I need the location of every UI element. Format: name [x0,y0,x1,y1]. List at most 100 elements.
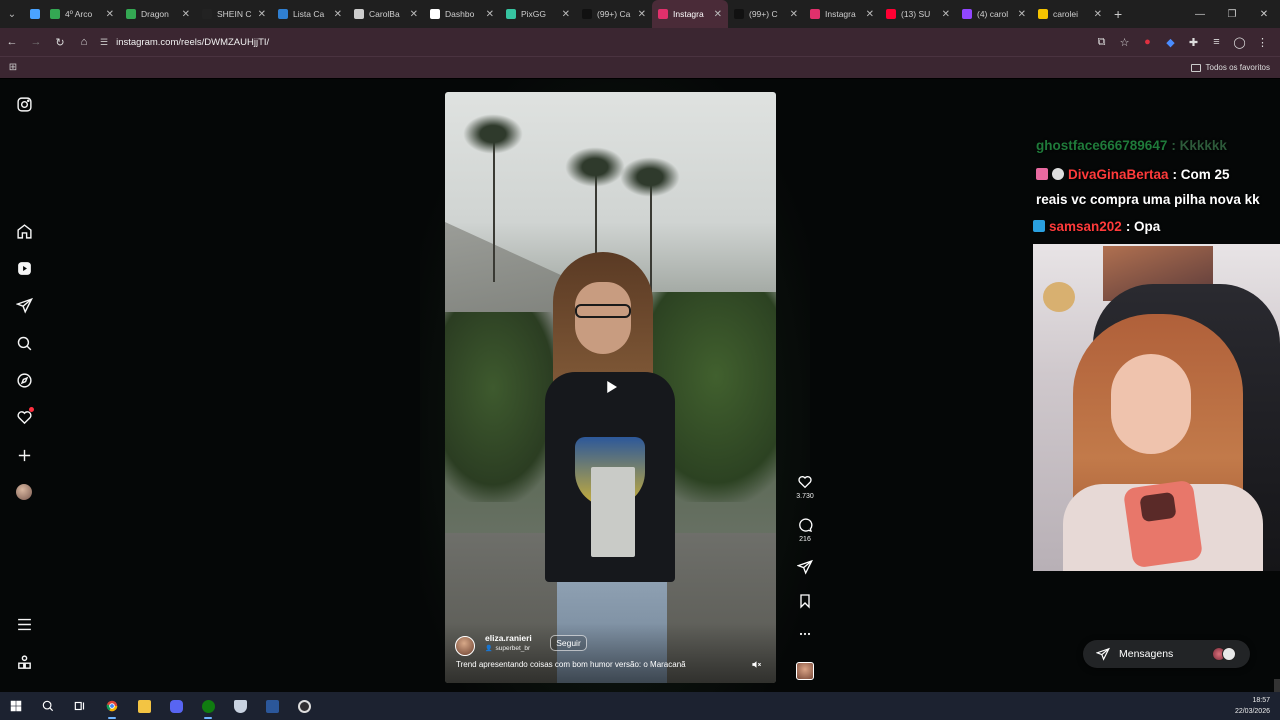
save-button[interactable] [791,593,819,609]
new-tab-button[interactable]: + [1114,6,1122,22]
reels-nav-icon[interactable] [14,258,34,278]
browser-tab[interactable]: Dashbo ✕ [424,0,500,28]
browser-tab[interactable]: Lista Ca ✕ [272,0,348,28]
search-nav-icon[interactable] [14,333,34,353]
word-icon[interactable] [256,692,288,720]
browser-tab[interactable]: (13) SU ✕ [880,0,956,28]
instagram-logo-icon[interactable] [14,94,34,114]
close-tab-icon[interactable]: ✕ [410,9,418,20]
reel-author-avatar[interactable] [455,636,475,656]
browser-tab[interactable]: SHEIN C ✕ [196,0,272,28]
tab-favicon-icon [278,9,288,19]
tab-favicon-icon [202,9,212,19]
browser-tab[interactable]: (4) carol ✕ [956,0,1032,28]
browser-tab[interactable]: (99+) Ca ✕ [576,0,652,28]
system-clock[interactable]: 18:57 22/03/2026 [1235,695,1270,717]
browser-menu-icon[interactable]: ⋮ [1251,36,1274,49]
close-tab-icon[interactable]: ✕ [562,9,570,20]
chat-line: samsan202: Opa [1033,216,1160,238]
close-tab-icon[interactable]: ✕ [1018,9,1026,20]
profile-icon[interactable]: ◯ [1228,36,1251,49]
reel-audio-label[interactable]: 👤 superbet_br [485,645,530,652]
xbox-icon[interactable] [192,692,224,720]
browser-tab[interactable]: Instagra ✕ [652,0,728,28]
home-icon[interactable]: ⌂ [72,28,96,56]
tab-search-icon[interactable]: ⌄ [0,0,24,28]
browser-tab[interactable]: 4º Arco ✕ [44,0,120,28]
minimize-icon[interactable]: — [1184,0,1216,28]
forward-icon[interactable]: → [24,28,48,56]
browser-tab[interactable]: (99+) C ✕ [728,0,804,28]
message-avatars [1212,647,1236,661]
extensions-icon[interactable]: ✚ [1182,36,1205,49]
file-explorer-icon[interactable] [128,692,160,720]
close-tab-icon[interactable]: ✕ [106,9,114,20]
like-button[interactable]: 3.730 [791,474,819,500]
close-tab-icon[interactable]: ✕ [942,9,950,20]
reel-video[interactable]: eliza.ranieri 👤 superbet_br Seguir Trend… [445,92,776,683]
install-app-icon[interactable]: ⧉ [1090,36,1113,49]
page-scrollbar[interactable] [1274,679,1280,692]
tab-favicon-icon [734,9,744,19]
security-shield-icon[interactable] [224,692,256,720]
browser-tab[interactable]: PixGG ✕ [500,0,576,28]
close-tab-icon[interactable]: ✕ [866,9,874,20]
apps-grid-icon[interactable]: ⊞ [0,62,26,73]
taskbar-search-icon[interactable] [32,692,64,720]
streamer-webcam [1033,244,1280,571]
url-field[interactable]: ☰ instagram.com/reels/DWMZAUHjjTI/ [100,37,269,48]
browser-tab[interactable]: Instagra ✕ [804,0,880,28]
audio-thumbnail-button[interactable] [791,662,819,680]
restore-icon[interactable]: ❐ [1216,0,1248,28]
mute-icon[interactable] [751,657,763,669]
share-button[interactable] [791,559,819,575]
messages-button[interactable]: Mensagens [1083,640,1250,668]
bookmark-star-icon[interactable]: ☆ [1113,36,1136,49]
chrome-taskbar-icon[interactable] [96,692,128,720]
notifications-nav-icon[interactable] [14,407,34,427]
discord-icon[interactable] [160,692,192,720]
tab-favicon-icon [506,9,516,19]
more-options-button[interactable] [791,626,819,642]
close-tab-icon[interactable]: ✕ [638,9,646,20]
tab-title: (13) SU [901,9,931,19]
chat-message: : Kkkkkk [1171,138,1227,153]
task-view-icon[interactable] [64,692,96,720]
direct-messages-nav-icon[interactable] [14,295,34,315]
reload-icon[interactable]: ↻ [48,28,72,56]
follow-button[interactable]: Seguir [550,635,587,651]
start-button[interactable] [0,692,32,720]
back-icon[interactable]: ← [0,28,24,56]
tab-favicon-icon [582,9,592,19]
site-info-icon[interactable]: ☰ [100,37,108,48]
close-tab-icon[interactable]: ✕ [1094,9,1102,20]
browser-tab[interactable]: CarolBa ✕ [348,0,424,28]
windows-taskbar: 18:57 22/03/2026 [0,692,1280,720]
comment-button[interactable]: 216 [791,517,819,543]
extension-blue-icon[interactable]: ◆ [1159,36,1182,49]
close-tab-icon[interactable]: ✕ [714,9,722,20]
heart-icon [798,476,812,489]
also-from-meta-icon[interactable] [14,652,34,672]
home-nav-icon[interactable] [14,221,34,241]
close-tab-icon[interactable]: ✕ [334,9,342,20]
extension-red-icon[interactable]: ● [1136,36,1159,48]
close-tab-icon[interactable]: ✕ [790,9,798,20]
reel-username[interactable]: eliza.ranieri [485,633,532,643]
all-bookmarks-button[interactable]: Todos os favoritos [1190,63,1270,72]
profile-nav-avatar[interactable] [14,482,34,502]
close-tab-icon[interactable]: ✕ [258,9,266,20]
close-tab-icon[interactable]: ✕ [182,9,190,20]
explore-nav-icon[interactable] [14,370,34,390]
close-tab-icon[interactable]: ✕ [486,9,494,20]
close-window-icon[interactable]: ✕ [1248,0,1280,28]
browser-tab[interactable]: Dragon ✕ [120,0,196,28]
obs-icon[interactable] [288,692,320,720]
play-icon[interactable] [602,378,620,396]
media-icon[interactable]: ≡ [1205,36,1228,48]
palm-tree [493,132,495,282]
more-menu-icon[interactable] [14,614,34,634]
browser-tab[interactable]: carolei ✕ [1032,0,1108,28]
browser-tab[interactable] [24,0,44,28]
create-nav-icon[interactable] [14,445,34,465]
